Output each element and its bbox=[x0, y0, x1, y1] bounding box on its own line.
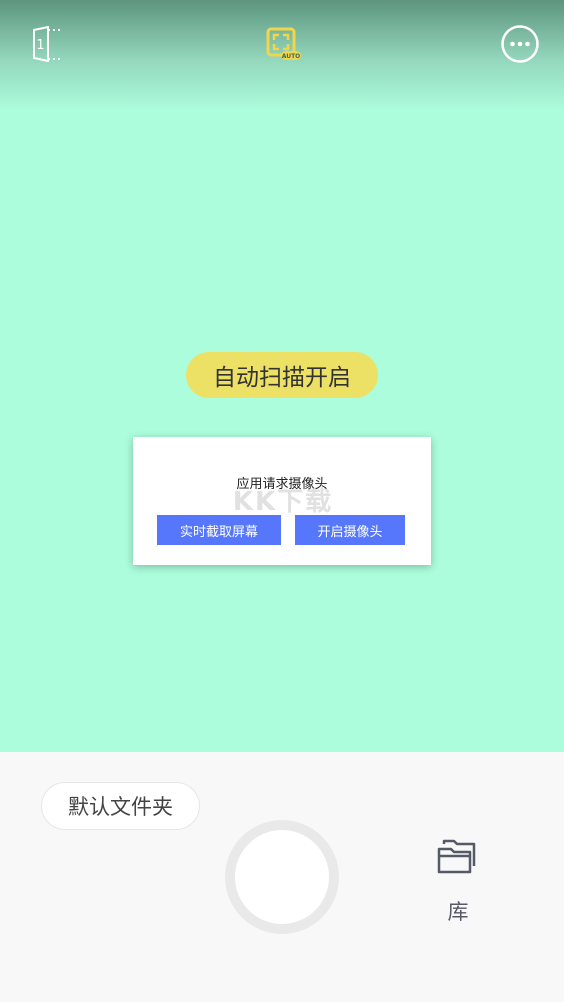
auto-label: AUTO bbox=[282, 53, 301, 60]
auto-scan-icon: AUTO bbox=[266, 27, 301, 60]
shutter-inner bbox=[235, 830, 329, 924]
open-camera-button[interactable]: 开启摄像头 bbox=[295, 515, 405, 545]
library-button[interactable]: 库 bbox=[426, 834, 490, 930]
camera-viewfinder: 1 AUTO 自动扫描开启 KK下载 应用请求摄像头 实时截取屏幕 开启摄像头 bbox=[0, 0, 564, 752]
library-label: 库 bbox=[447, 900, 469, 924]
scanner-screen: 1 AUTO 自动扫描开启 KK下载 应用请求摄像头 实时截取屏幕 开启摄像头 … bbox=[0, 0, 564, 1002]
permission-dialog: KK下载 应用请求摄像头 实时截取屏幕 开启摄像头 bbox=[133, 437, 431, 565]
screen-capture-button[interactable]: 实时截取屏幕 bbox=[157, 515, 281, 545]
dialog-message: 应用请求摄像头 bbox=[236, 477, 328, 492]
auto-scan-status: 自动扫描开启 bbox=[186, 352, 378, 398]
more-options-button[interactable] bbox=[500, 24, 540, 64]
page-count-value: 1 bbox=[36, 38, 44, 53]
page-count-button[interactable]: 1 bbox=[24, 24, 68, 64]
bottom-controls: 默认文件夹 库 bbox=[0, 752, 564, 1002]
top-bar: 1 AUTO bbox=[0, 0, 564, 110]
folder-stack-icon bbox=[437, 839, 476, 874]
auto-scan-toggle[interactable]: AUTO bbox=[260, 24, 304, 64]
page-count-icon: 1 bbox=[33, 26, 60, 62]
shutter-button[interactable] bbox=[225, 820, 339, 934]
folder-selector[interactable]: 默认文件夹 bbox=[41, 782, 200, 830]
more-options-icon bbox=[501, 25, 539, 63]
